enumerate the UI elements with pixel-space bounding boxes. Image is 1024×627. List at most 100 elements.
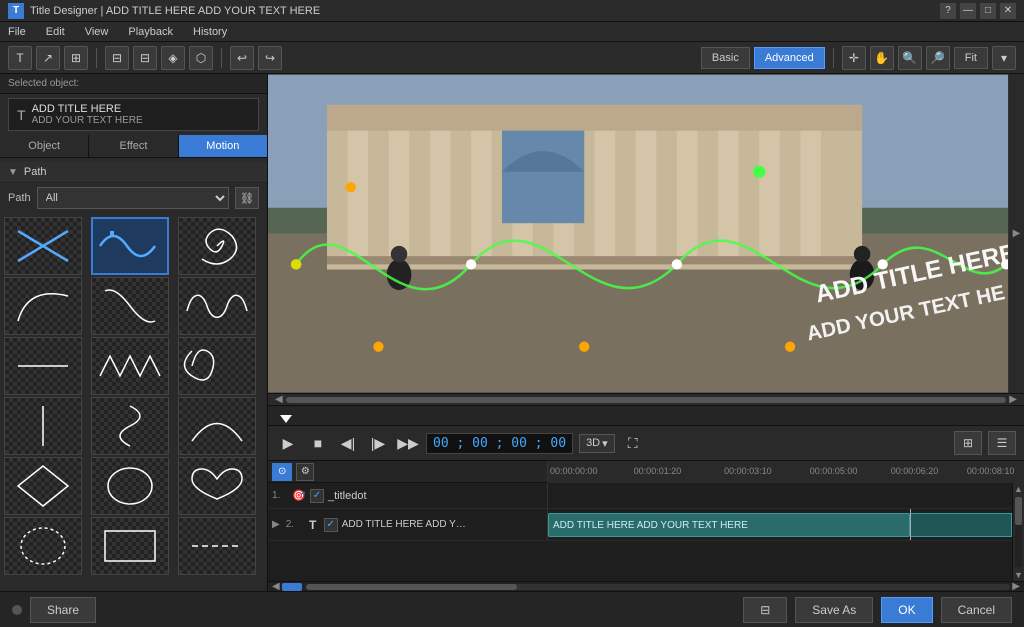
row-2-label: ▶ 2. T ADD TITLE HERE ADD YOUR TEXT HERE — [268, 509, 548, 540]
timeline-scrollbar: ◀ ▶ — [268, 581, 1024, 591]
tl-scroll-left[interactable]: ◀ — [270, 581, 282, 591]
align-btn[interactable]: ⊟ — [105, 46, 129, 70]
minimize-button[interactable]: — — [960, 3, 976, 19]
pattern-heart[interactable] — [178, 457, 256, 515]
ruler-mark-3: 00:00:05:00 — [810, 466, 858, 476]
title-bar: T Title Designer | ADD TITLE HERE ADD YO… — [0, 0, 1024, 22]
pattern-wave2[interactable] — [178, 277, 256, 335]
select-tool-btn[interactable]: ↗ — [36, 46, 60, 70]
next-frame-btn[interactable]: |▶ — [366, 431, 390, 455]
pattern-circle2[interactable] — [4, 517, 82, 575]
pattern-circle[interactable] — [91, 457, 169, 515]
move-tool-btn[interactable]: ✛ — [842, 46, 866, 70]
pattern-v-line[interactable] — [4, 397, 82, 455]
tl-scroll-track[interactable] — [306, 584, 1011, 590]
pattern-loop[interactable] — [178, 337, 256, 395]
timeline-settings-btn[interactable]: ⚙ — [296, 463, 314, 481]
grid-btn[interactable]: ⊞ — [954, 431, 982, 455]
scrollbar-track[interactable] — [286, 397, 1007, 403]
preview-expand-btn[interactable]: ▶ — [1008, 74, 1024, 393]
share-btn[interactable]: Share — [30, 597, 96, 623]
list-btn[interactable]: ☰ — [988, 431, 1016, 455]
clip-bar-2[interactable]: ADD TITLE HERE ADD YOUR TEXT HERE — [548, 513, 910, 537]
pattern-x-cross[interactable] — [4, 217, 82, 275]
selected-object-label: Selected object: — [0, 74, 267, 94]
path-select[interactable]: All — [37, 187, 229, 209]
timeline-ruler: 00:00:00:00 00:00:01:20 00:00:03:10 00:0… — [548, 461, 1024, 483]
close-button[interactable]: ✕ — [1000, 3, 1016, 19]
row-2-expand[interactable]: ▶ — [272, 519, 280, 530]
scroll-left-arrow[interactable]: ◀ — [272, 394, 286, 405]
path-tool-btn[interactable]: ⬡ — [189, 46, 213, 70]
path-section-header[interactable]: ▼ Path — [0, 162, 267, 183]
toolbar: T ↗ ⊞ ⊟ ⊟ ◈ ⬡ ↩ ↪ Basic Advanced ✛ ✋ 🔍 🔎… — [0, 42, 1024, 74]
playhead-row — [268, 405, 1024, 425]
menu-view[interactable]: View — [81, 26, 113, 38]
row-2-checkbox[interactable] — [324, 518, 338, 532]
text-tool-btn[interactable]: T — [8, 46, 32, 70]
expand-view-btn[interactable]: ▾ — [992, 46, 1016, 70]
vscroll-track[interactable] — [1015, 497, 1022, 567]
pattern-s-vert[interactable] — [91, 397, 169, 455]
pattern-diamond[interactable] — [4, 457, 82, 515]
pattern-rect[interactable] — [91, 517, 169, 575]
anchor-btn[interactable]: ◈ — [161, 46, 185, 70]
hand-tool-btn[interactable]: ✋ — [870, 46, 894, 70]
tl-scroll-btn[interactable] — [282, 583, 302, 591]
bottom-right: ⊟ Save As OK Cancel — [743, 597, 1012, 623]
play-btn[interactable]: ▶ — [276, 431, 300, 455]
tab-object[interactable]: Object — [0, 135, 89, 157]
save-as-icon-btn[interactable]: ⊟ — [743, 597, 787, 623]
advanced-mode-btn[interactable]: Advanced — [754, 47, 825, 69]
menu-file[interactable]: File — [4, 26, 30, 38]
clip-bar-text: ADD TITLE HERE ADD YOUR TEXT HERE — [553, 520, 748, 531]
ok-btn[interactable]: OK — [881, 597, 932, 623]
menu-playback[interactable]: Playback — [124, 26, 177, 38]
row-1-checkbox[interactable] — [310, 489, 324, 503]
pattern-wave[interactable] — [91, 217, 169, 275]
fit-btn[interactable]: Fit — [954, 47, 988, 69]
pattern-dashed[interactable] — [178, 517, 256, 575]
pattern-straight[interactable] — [4, 337, 82, 395]
pattern-sharp-wave[interactable] — [91, 337, 169, 395]
pattern-arc[interactable] — [178, 397, 256, 455]
distribute-btn[interactable]: ⊟ — [133, 46, 157, 70]
pattern-s-curve[interactable] — [91, 277, 169, 335]
video-preview: ADD TITLE HERE ADD YOUR TEXT HE ▶ — [268, 74, 1024, 393]
patterns-grid — [0, 213, 267, 579]
fast-fwd-btn[interactable]: ▶▶ — [396, 431, 420, 455]
basic-mode-btn[interactable]: Basic — [701, 47, 750, 69]
zoom-out-btn[interactable]: 🔍 — [898, 46, 922, 70]
undo-btn[interactable]: ↩ — [230, 46, 254, 70]
pattern-curve1[interactable] — [4, 277, 82, 335]
path-link-btn[interactable]: ⛓ — [235, 187, 259, 209]
ruler-mark-0: 00:00:00:00 — [550, 466, 598, 476]
table-row: ▶ 2. T ADD TITLE HERE ADD YOUR TEXT HERE… — [268, 509, 1012, 541]
maximize-button[interactable]: □ — [980, 3, 996, 19]
menu-history[interactable]: History — [189, 26, 231, 38]
stop-btn[interactable]: ■ — [306, 431, 330, 455]
help-button[interactable]: ? — [940, 3, 956, 19]
zoom-in-btn[interactable]: 🔎 — [926, 46, 950, 70]
transform-btn[interactable]: ⊞ — [64, 46, 88, 70]
scroll-right-arrow[interactable]: ▶ — [1006, 394, 1020, 405]
cancel-btn[interactable]: Cancel — [941, 597, 1012, 623]
tab-effect[interactable]: Effect — [89, 135, 178, 157]
timeline-record-btn[interactable]: ⊙ — [272, 463, 292, 481]
3d-mode-btn[interactable]: 3D ▾ — [579, 434, 615, 453]
vscroll-up[interactable]: ▲ — [1013, 483, 1024, 495]
tab-motion[interactable]: Motion — [179, 135, 267, 157]
menu-edit[interactable]: Edit — [42, 26, 69, 38]
row-2-num: 2. — [286, 519, 302, 530]
redo-btn[interactable]: ↪ — [258, 46, 282, 70]
prev-frame-btn[interactable]: ◀| — [336, 431, 360, 455]
fullscreen-btn[interactable]: ⛶ — [621, 431, 645, 455]
row-1-icon: 🎯 — [292, 489, 306, 503]
timeline-label-col: ⊙ ⚙ — [268, 461, 548, 482]
clip-bar-2-end — [910, 513, 1012, 537]
tl-scroll-right[interactable]: ▶ — [1010, 581, 1022, 591]
save-as-btn[interactable]: Save As — [795, 597, 873, 623]
transport-bar: ▶ ■ ◀| |▶ ▶▶ 00 ; 00 ; 00 ; 00 3D ▾ ⛶ ⊞ … — [268, 425, 1024, 461]
vscroll-down[interactable]: ▼ — [1013, 569, 1024, 581]
pattern-spiral[interactable] — [178, 217, 256, 275]
